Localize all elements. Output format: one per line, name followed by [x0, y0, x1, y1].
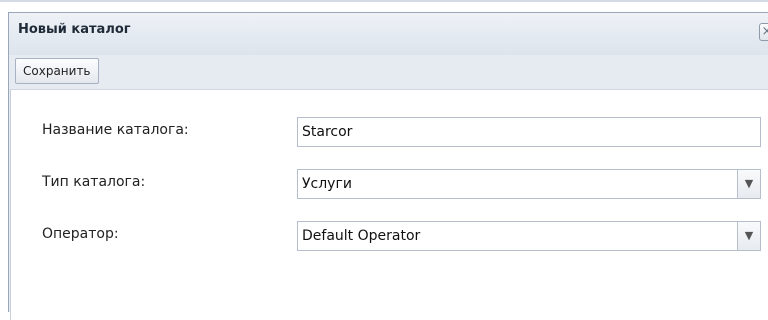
catalog-type-label: Тип каталога: [42, 174, 146, 190]
catalog-type-dropdown-button[interactable]: ▼ [737, 170, 760, 198]
save-button[interactable]: Сохранить [15, 58, 99, 84]
catalog-type-select[interactable]: Услуги ▼ [297, 169, 761, 199]
catalog-type-value: Услуги [302, 176, 352, 192]
catalog-form: Название каталога: Starcor Тип каталога:… [10, 89, 768, 320]
operator-select[interactable]: Default Operator ▼ [297, 221, 761, 251]
catalog-name-label: Название каталога: [42, 122, 189, 138]
background-divider [0, 0, 768, 2]
close-button[interactable]: × [759, 23, 768, 41]
dialog-title: Новый каталог [18, 22, 131, 37]
operator-value: Default Operator [302, 228, 421, 244]
chevron-down-icon: ▼ [744, 229, 754, 242]
operator-label: Оператор: [42, 226, 119, 242]
close-icon: × [762, 24, 768, 39]
dialog-title-bar[interactable]: Новый каталог × [9, 13, 768, 55]
chevron-down-icon: ▼ [744, 177, 754, 190]
operator-dropdown-button[interactable]: ▼ [737, 222, 760, 250]
catalog-name-field[interactable]: Starcor [297, 117, 761, 147]
catalog-name-value: Starcor [302, 124, 353, 140]
dialog-window: Новый каталог × Сохранить Название катал… [8, 12, 768, 320]
